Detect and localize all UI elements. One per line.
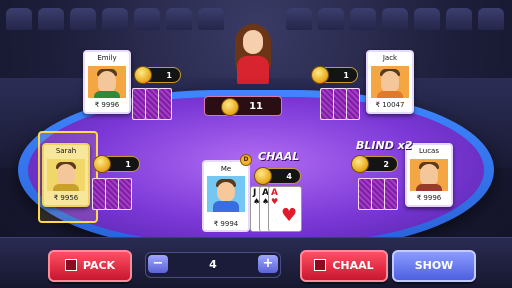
card-back-icon	[105, 178, 119, 210]
bet-stepper[interactable]: − 4 +	[145, 252, 281, 278]
player-money: ₹ 9996	[94, 101, 120, 109]
seat	[134, 8, 160, 30]
card-back-icon	[145, 88, 159, 120]
card-back-icon	[346, 88, 360, 120]
card-back-icon	[371, 178, 385, 210]
seat	[446, 8, 472, 30]
avatar	[371, 66, 409, 98]
avatar	[47, 159, 85, 191]
card-back-icon	[358, 178, 372, 210]
player-name: Jack	[382, 54, 398, 62]
player-name: Sarah	[55, 147, 77, 155]
seat	[6, 8, 32, 30]
bet-amount: 1	[125, 160, 131, 169]
coin-icon	[254, 167, 272, 185]
bet-amount: 4	[286, 172, 292, 181]
pack-label: PACK	[82, 259, 116, 272]
card-back-icon	[92, 178, 106, 210]
chaal-label: CHAAL	[258, 150, 300, 163]
coin-icon	[134, 66, 152, 84]
card-suit: ♥	[271, 197, 279, 206]
player-lucas[interactable]: Lucas ₹ 9996	[405, 143, 453, 207]
pot-display: 11	[204, 96, 282, 116]
chaal-button[interactable]: CHAAL	[300, 250, 388, 282]
pack-button[interactable]: PACK	[48, 250, 132, 282]
avatar	[207, 176, 245, 212]
player-money: ₹ 9994	[213, 220, 239, 228]
bet-pill-me: 4	[254, 167, 301, 185]
seat	[286, 8, 312, 30]
dealer-badge: D	[240, 154, 252, 166]
dealer-character	[229, 22, 277, 84]
blind-label: BLIND x2	[356, 139, 413, 152]
player-money: ₹ 9956	[53, 194, 79, 202]
card-back-icon	[132, 88, 146, 120]
card-back-icon	[320, 88, 334, 120]
bet-amount: 1	[166, 71, 172, 80]
seat	[478, 8, 504, 30]
coin-icon	[93, 155, 111, 173]
stepper-value: 4	[209, 258, 217, 271]
player-sarah[interactable]: Sarah ₹ 9956	[42, 143, 90, 207]
player-me[interactable]: Me ₹ 9994	[202, 160, 250, 232]
seat	[166, 8, 192, 30]
pot-amount: 11	[249, 101, 263, 112]
seat	[38, 8, 64, 30]
player-emily[interactable]: Emily ₹ 9996	[83, 50, 131, 114]
chaal-button-label: CHAAL	[332, 259, 374, 272]
player-name: Lucas	[419, 147, 439, 155]
player-money: ₹ 9996	[416, 194, 442, 202]
avatar	[410, 159, 448, 191]
card-suit-large: ♥	[281, 205, 298, 226]
bet-amount: 2	[383, 160, 389, 169]
seat	[70, 8, 96, 30]
seat	[414, 8, 440, 30]
checkbox-icon[interactable]	[64, 259, 77, 271]
seat	[318, 8, 344, 30]
seat	[102, 8, 128, 30]
coin-icon	[351, 155, 369, 173]
plus-button[interactable]: +	[258, 255, 278, 273]
card-back-icon	[158, 88, 172, 120]
coin-icon	[221, 98, 239, 116]
minus-button[interactable]: −	[148, 255, 168, 273]
bet-pill-lucas: 2	[351, 155, 398, 173]
player-jack[interactable]: Jack ₹ 10047	[366, 50, 414, 114]
bet-pill-sarah: 1	[93, 155, 140, 173]
checkbox-icon[interactable]	[314, 259, 327, 271]
bet-pill-emily: 1	[134, 66, 181, 84]
seat	[198, 8, 224, 30]
bet-pill-jack: 1	[311, 66, 358, 84]
playing-card[interactable]: A ♥ ♥	[268, 186, 302, 232]
player-name: Emily	[97, 54, 117, 62]
seat	[350, 8, 376, 30]
seat	[382, 8, 408, 30]
avatar	[88, 66, 126, 98]
coin-icon	[311, 66, 329, 84]
card-back-icon	[118, 178, 132, 210]
card-back-icon	[384, 178, 398, 210]
player-name: Me	[220, 165, 232, 173]
bet-amount: 1	[343, 71, 349, 80]
card-back-icon	[333, 88, 347, 120]
player-money: ₹ 10047	[375, 101, 405, 109]
show-button[interactable]: SHOW	[392, 250, 476, 282]
